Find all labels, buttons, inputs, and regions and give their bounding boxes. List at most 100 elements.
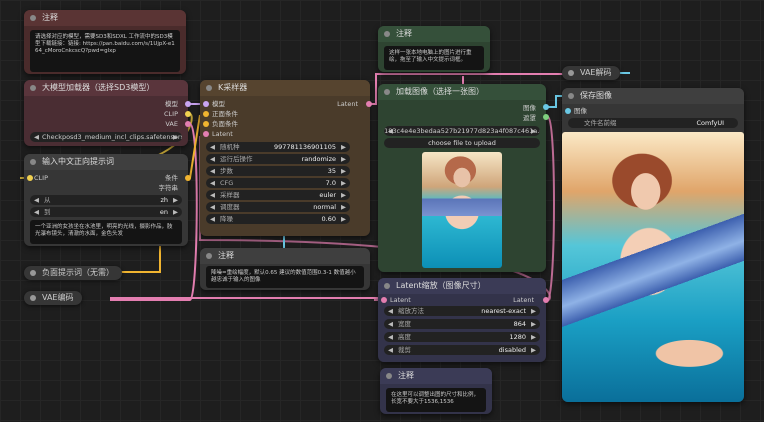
arrow-left-icon[interactable]: ◀ [210,190,215,200]
save-image-node[interactable]: 保存图像 图像 文件名前缀 ComfyUI [562,88,744,402]
output-clip-socket[interactable] [185,111,191,117]
node-header[interactable]: 输入中文正向提示词 [24,154,188,170]
collapse-dot-icon[interactable] [206,85,212,91]
load-image-node[interactable]: 加载图像（选择一张图） 图像 遮罩 ◀ a6183c4e4e3bedaa527b… [378,84,546,272]
arrow-right-icon[interactable]: ▶ [341,154,346,164]
output-condition-socket[interactable] [185,175,191,181]
ksampler-node[interactable]: K采样器 模型 正面条件 负面条件 Latent Latent ◀ 随机种 99… [200,80,370,236]
note-text[interactable]: 在这里可以调整出图的尺寸和比例，长宽不要大于1536,1536 [386,388,486,412]
height-widget[interactable]: ◀ 高度 1280 ▶ [384,332,540,342]
node-header[interactable]: 大模型加载器（选择SD3模型） [24,80,188,96]
output-latent-socket[interactable] [543,297,549,303]
note-node-top-left[interactable]: 注释 请选择对应的模型，需要SD3和SDXL 工作流中的SD3模型下载链接：链接… [24,10,186,74]
arrow-left-icon[interactable]: ◀ [34,207,39,217]
input-negative-socket[interactable] [203,121,209,127]
collapse-dot-icon[interactable] [30,270,36,276]
node-header[interactable]: Latent缩放（图像尺寸） [378,278,546,294]
arrow-right-icon[interactable]: ▶ [531,306,536,316]
note-node-middle[interactable]: 注释 降噪=重绘幅度，默认0.65 建议的数值范围0.3-1 数值越小越忠诚于输… [200,248,370,290]
arrow-left-icon[interactable]: ◀ [34,132,39,142]
note-text[interactable]: 请选择对应的模型，需要SD3和SDXL 工作流中的SD3模型下载链接：链接: h… [30,30,180,72]
seed-widget[interactable]: ◀ 随机种 997781136901105 ▶ [206,142,350,152]
checkpoint-loader-node[interactable]: 大模型加载器（选择SD3模型） 模型 CLIP VAE ◀ Checkpo sd… [24,80,188,146]
negative-prompt-node[interactable]: 负面提示词（无需） [24,266,122,280]
upscale-method-widget[interactable]: ◀ 缩放方法 nearest-exact ▶ [384,306,540,316]
input-positive-socket[interactable] [203,111,209,117]
arrow-left-icon[interactable]: ◀ [388,332,393,342]
arrow-right-icon[interactable]: ▶ [173,207,178,217]
steps-widget[interactable]: ◀ 步数 35 ▶ [206,166,350,176]
arrow-right-icon[interactable]: ▶ [531,345,536,355]
checkpoint-select[interactable]: ◀ Checkpo sd3_medium_incl_clips.safetens… [30,132,182,142]
width-widget[interactable]: ◀ 宽度 864 ▶ [384,319,540,329]
arrow-left-icon[interactable]: ◀ [210,154,215,164]
sampler-widget[interactable]: ◀ 采样器 euler ▶ [206,190,350,200]
from-language-select[interactable]: ◀ 从 zh ▶ [30,195,182,205]
control-after-generate-widget[interactable]: ◀ 运行后操作 randomize ▶ [206,154,350,164]
arrow-right-icon[interactable]: ▶ [341,166,346,176]
note-header[interactable]: 注释 [24,10,186,26]
arrow-left-icon[interactable]: ◀ [210,142,215,152]
arrow-right-icon[interactable]: ▶ [531,126,536,136]
denoise-widget[interactable]: ◀ 降噪 0.60 ▶ [206,214,350,224]
input-latent-socket[interactable] [203,131,209,137]
input-image-socket[interactable] [565,108,571,114]
output-mask-socket[interactable] [543,114,549,120]
note-header[interactable]: 注释 [200,248,370,264]
node-header[interactable]: 加载图像（选择一张图） [378,84,546,100]
arrow-left-icon[interactable]: ◀ [34,195,39,205]
input-model-socket[interactable] [203,101,209,107]
collapse-dot-icon[interactable] [568,70,574,76]
vae-encode-node[interactable]: VAE编码 [24,291,82,305]
scheduler-widget[interactable]: ◀ 调度器 normal ▶ [206,202,350,212]
cfg-widget[interactable]: ◀ CFG 7.0 ▶ [206,178,350,188]
arrow-left-icon[interactable]: ◀ [388,319,393,329]
note-text[interactable]: 这样一张本地电脑上的图片进行重绘，拖至了输入中文提示词框。 [384,46,484,70]
arrow-left-icon[interactable]: ◀ [210,178,215,188]
collapse-dot-icon[interactable] [30,159,36,165]
collapse-dot-icon[interactable] [30,15,36,21]
collapse-dot-icon[interactable] [568,93,574,99]
latent-scale-node[interactable]: Latent缩放（图像尺寸） Latent Latent ◀ 缩放方法 near… [378,278,546,362]
output-latent-socket[interactable] [366,101,372,107]
note-header[interactable]: 注释 [380,368,492,384]
collapse-dot-icon[interactable] [386,373,392,379]
arrow-left-icon[interactable]: ◀ [210,166,215,176]
arrow-right-icon[interactable]: ▶ [341,178,346,188]
note-node-bottom[interactable]: 注释 在这里可以调整出图的尺寸和比例，长宽不要大于1536,1536 [380,368,492,414]
arrow-right-icon[interactable]: ▶ [173,132,178,142]
input-latent-socket[interactable] [381,297,387,303]
output-vae-socket[interactable] [185,121,191,127]
prompt-node[interactable]: 输入中文正向提示词 CLIP 条件 字符串 ◀ 从 zh ▶ ◀ 到 en ▶ … [24,154,188,246]
upload-button[interactable]: choose file to upload [384,138,540,148]
arrow-right-icon[interactable]: ▶ [341,202,346,212]
collapse-dot-icon[interactable] [384,31,390,37]
node-header[interactable]: 保存图像 [562,88,744,104]
node-header[interactable]: K采样器 [200,80,370,96]
vae-decode-node[interactable]: VAE解码 [562,66,620,80]
input-clip-socket[interactable] [27,175,33,181]
arrow-right-icon[interactable]: ▶ [341,142,346,152]
collapse-dot-icon[interactable] [30,295,36,301]
prompt-textarea[interactable]: 一个亚洲的女孩坐在水池里，明亮的光线，摄影作品，肢光瀑布镜头，清澈的水面，金色头… [30,220,182,244]
collapse-dot-icon[interactable] [384,283,390,289]
arrow-left-icon[interactable]: ◀ [210,202,215,212]
note-node-top-right[interactable]: 注释 这样一张本地电脑上的图片进行重绘，拖至了输入中文提示词框。 [378,26,490,72]
arrow-right-icon[interactable]: ▶ [341,214,346,224]
arrow-right-icon[interactable]: ▶ [173,195,178,205]
collapse-dot-icon[interactable] [384,89,390,95]
arrow-left-icon[interactable]: ◀ [388,306,393,316]
image-file-select[interactable]: ◀ a6183c4e4e3bedaa527b21977d823a4f087c46… [384,126,540,136]
arrow-right-icon[interactable]: ▶ [341,190,346,200]
note-header[interactable]: 注释 [378,26,490,42]
output-model-socket[interactable] [185,101,191,107]
collapse-dot-icon[interactable] [30,85,36,91]
note-text[interactable]: 降噪=重绘幅度，默认0.65 建议的数值范围0.3-1 数值越小越忠诚于输入的图… [206,266,364,288]
arrow-left-icon[interactable]: ◀ [388,345,393,355]
arrow-right-icon[interactable]: ▶ [531,319,536,329]
collapse-dot-icon[interactable] [206,253,212,259]
arrow-right-icon[interactable]: ▶ [531,332,536,342]
arrow-left-icon[interactable]: ◀ [210,214,215,224]
filename-prefix-widget[interactable]: 文件名前缀 ComfyUI [568,118,738,128]
to-language-select[interactable]: ◀ 到 en ▶ [30,207,182,217]
